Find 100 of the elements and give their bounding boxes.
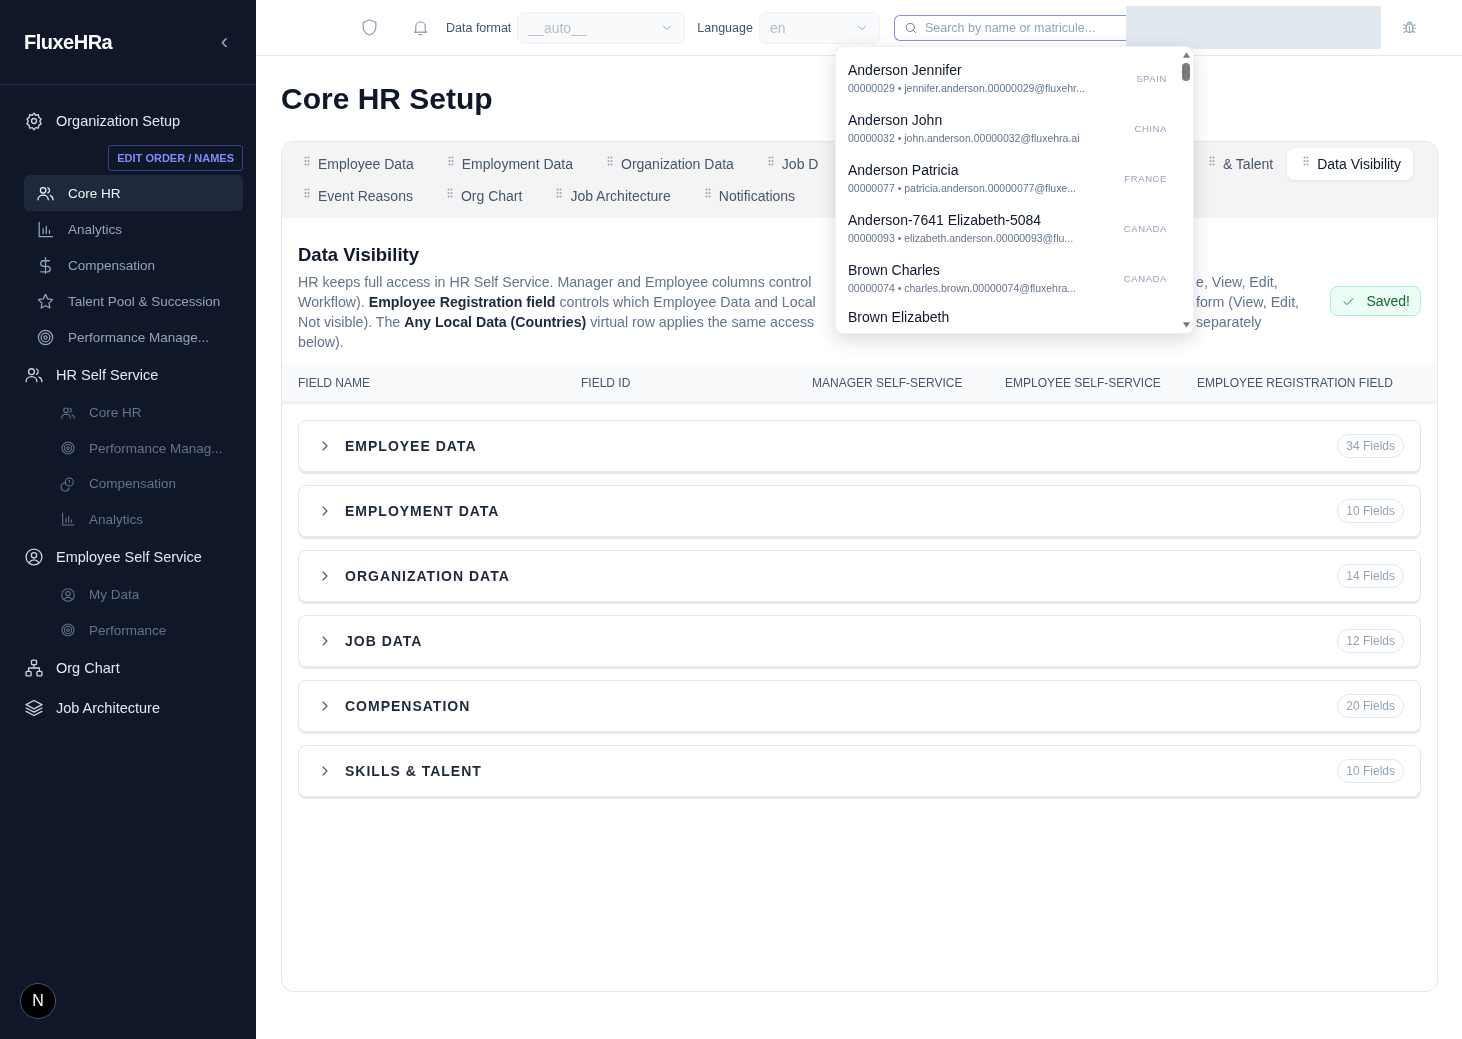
drag-handle-icon[interactable] <box>304 156 310 166</box>
tab[interactable]: Org Chart <box>442 180 533 212</box>
search-result-item[interactable]: Brown Charles 00000074 • charles.brown.00000074@fluxehra... CANADA <box>848 253 1179 303</box>
person-detail: 00000093 • elizabeth.anderson.00000093@flu... <box>848 232 1074 244</box>
nav-group-item[interactable]: HR Self Service <box>24 355 243 395</box>
drag-handle-icon[interactable] <box>446 188 453 198</box>
country-label: CANADA <box>1123 272 1167 284</box>
tab[interactable]: Notifications <box>700 180 806 212</box>
coins-icon <box>60 475 76 492</box>
nav-group-item[interactable]: Org Chart <box>24 648 243 688</box>
country-label: CANADA <box>1123 222 1167 234</box>
accordion-header[interactable]: EMPLOYEE DATA 34 Fields <box>298 420 1421 472</box>
gear-icon <box>24 111 44 131</box>
scrollbar-thumb[interactable] <box>1182 63 1190 81</box>
country-label: FRANCE <box>1124 172 1167 184</box>
person-detail: 00000032 • john.anderson.00000032@fluxehra.ai <box>848 132 1080 144</box>
scroll-up-arrow-icon[interactable] <box>1181 51 1191 59</box>
search-result-item[interactable]: Anderson John 00000032 • john.anderson.00000032@fluxehra.ai CHINA <box>848 103 1179 153</box>
column-header: MANAGER SELF-SERVICE <box>812 375 964 390</box>
star-icon <box>36 291 55 311</box>
nav-item[interactable]: My Data <box>24 577 243 613</box>
person-detail: 00000077 • patricia.anderson.00000077@fluxe... <box>848 182 1076 194</box>
tab[interactable]: Event Reasons <box>300 180 423 212</box>
description-text: HR keeps full access in HR Self Service. Manager and Employee columns control <box>298 273 813 292</box>
column-header: EMPLOYEE SELF-SERVICE <box>1005 375 1162 390</box>
tab[interactable]: Employment Data <box>443 148 583 180</box>
nav-item[interactable]: Performance Manage... <box>24 319 243 355</box>
tab[interactable]: Employee Data <box>300 148 424 180</box>
bell-icon[interactable] <box>411 18 430 37</box>
drag-handle-icon[interactable] <box>607 156 613 166</box>
search-field[interactable]: Search by name or matricule... <box>893 14 1126 41</box>
collapse-button[interactable]: ‹ <box>216 29 232 55</box>
tab[interactable]: Job Architecture <box>552 180 681 212</box>
column-header: FIELD ID <box>581 375 632 390</box>
person-detail: 00000074 • charles.brown.00000074@fluxehra... <box>848 282 1076 294</box>
target-icon <box>60 440 76 457</box>
person-detail: 00000029 • jennifer.anderson.00000029@fluxehr... <box>848 82 1085 94</box>
drag-handle-icon[interactable] <box>304 188 310 198</box>
nav-group-item[interactable]: Job Architecture <box>24 688 243 728</box>
layers-icon <box>24 698 44 718</box>
accordion-header[interactable]: JOB DATA 12 Fields <box>298 615 1421 667</box>
search-icon <box>903 20 918 35</box>
description-text: Workflow). Employee Registration field controls which Employee Data and Local <box>298 293 817 312</box>
scroll-down-arrow-icon[interactable] <box>1181 321 1191 329</box>
drag-handle-icon[interactable] <box>1303 156 1310 166</box>
nav-item[interactable]: Compensation <box>24 466 243 502</box>
country-label: CHINA <box>1134 122 1167 134</box>
description-text: below). <box>298 333 345 352</box>
user-circle-icon <box>24 547 44 567</box>
tab[interactable]: Data Visibility <box>1287 148 1413 180</box>
description-text: e, View, Edit, <box>1196 273 1279 292</box>
accordion-header[interactable]: COMPENSATION 20 Fields <box>298 680 1421 732</box>
nav-item[interactable]: Performance Manag... <box>24 430 243 466</box>
search-result-item[interactable]: Anderson Patricia 00000077 • patricia.anderson.00000077@fluxe... FRANCE <box>848 153 1179 203</box>
drag-handle-icon[interactable] <box>447 156 454 166</box>
saved-status-badge: Saved! <box>1330 286 1421 316</box>
bar-chart-icon <box>36 219 55 239</box>
search-result-item[interactable]: Brown Elizabeth <box>848 303 1179 333</box>
tab[interactable]: Job D <box>763 148 829 180</box>
column-header: EMPLOYEE REGISTRATION FIELD <box>1197 375 1393 390</box>
nav-item[interactable]: Compensation <box>24 247 243 283</box>
nav-item[interactable]: Core HR <box>24 395 243 431</box>
person-name: Anderson Jennifer <box>848 62 963 78</box>
org-chart-icon <box>24 658 44 678</box>
description-text: form (View, Edit, <box>1196 293 1301 312</box>
drag-handle-icon[interactable] <box>1208 156 1215 166</box>
column-header: FIELD NAME <box>298 375 371 390</box>
bug-icon[interactable] <box>1400 19 1418 36</box>
users-icon <box>60 404 76 421</box>
nav-group-item[interactable]: Organization Setup <box>24 101 243 141</box>
search-result-item[interactable]: Anderson Jennifer 00000029 • jennifer.anderson.00000029@fluxehr... SPAIN <box>848 53 1179 103</box>
tab[interactable]: Organization Data <box>603 148 744 180</box>
avatar[interactable]: N <box>20 983 56 1019</box>
users-icon <box>24 365 44 385</box>
accordion-header[interactable]: EMPLOYMENT DATA 10 Fields <box>298 485 1421 537</box>
field-label: Language <box>697 20 753 35</box>
drag-handle-icon[interactable] <box>704 188 711 198</box>
logo: FluxeHRa <box>24 30 113 54</box>
description-text: separately <box>1196 313 1263 332</box>
person-name: Brown Charles <box>848 262 941 278</box>
shield-icon[interactable] <box>360 18 379 37</box>
target-icon <box>60 622 76 639</box>
drag-handle-icon[interactable] <box>556 188 563 198</box>
nav-group-item[interactable]: Employee Self Service <box>24 537 243 577</box>
nav-item[interactable]: Performance <box>24 612 243 648</box>
search-result-item[interactable]: Anderson-7641 Elizabeth-5084 00000093 • elizabeth.anderson.00000093@flu... CANADA <box>848 203 1179 253</box>
country-label: SPAIN <box>1136 72 1167 84</box>
nav-item[interactable]: Analytics <box>24 211 243 247</box>
accordion-header[interactable]: ORGANIZATION DATA 14 Fields <box>298 550 1421 602</box>
bar-chart-icon <box>60 511 76 528</box>
field-label: Data format <box>446 20 512 35</box>
drag-handle-icon[interactable] <box>767 156 774 166</box>
edit-order-button[interactable]: EDIT ORDER / NAMES <box>108 145 243 171</box>
accordion-header[interactable]: SKILLS & TALENT 10 Fields <box>298 745 1421 797</box>
tab[interactable]: & Talent <box>1204 148 1284 180</box>
nav-item[interactable]: Analytics <box>24 501 243 537</box>
person-name: Anderson John <box>848 112 944 128</box>
person-name: Anderson-7641 Elizabeth-5084 <box>848 212 1043 228</box>
nav-item[interactable]: Core HR <box>24 175 243 211</box>
nav-item[interactable]: Talent Pool & Succession <box>24 283 243 319</box>
